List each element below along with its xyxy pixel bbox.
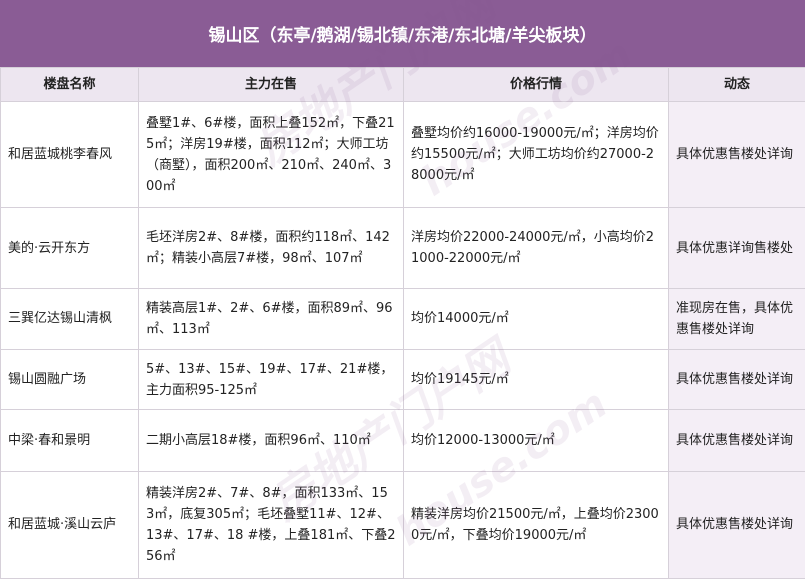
header-sale: 主力在售 (138, 67, 404, 102)
row-status: 准现房在售，具体优惠售楼处详询 (668, 287, 805, 351)
row-name: 和居蓝城·溪山云庐 (0, 470, 139, 579)
row-price: 洋房均价22000-24000元/㎡，小高均价21000-22000元/㎡ (403, 207, 669, 289)
row-status: 具体优惠售楼处详询 (668, 349, 805, 411)
row-price: 叠墅均价约16000-19000元/㎡；洋房均价约15500元/㎡；大师工坊均价… (403, 100, 669, 209)
row-name: 和居蓝城桃李春风 (0, 100, 139, 209)
row-name: 锡山圆融广场 (0, 349, 139, 411)
property-table: 楼盘名称 主力在售 价格行情 动态 和居蓝城桃李春风 叠墅1#、6#楼，面积上叠… (0, 67, 805, 579)
row-sale: 二期小高层18#楼，面积96㎡、110㎡ (138, 409, 404, 472)
row-price: 均价14000元/㎡ (403, 287, 669, 351)
row-sale: 毛坯洋房2#、8#楼，面积约118㎡、142㎡；精装小高层7#楼，98㎡、107… (138, 207, 404, 289)
row-name: 三巽亿达锡山清枫 (0, 287, 139, 351)
row-status: 具体优惠售楼处详询 (668, 100, 805, 209)
row-status: 具体优惠售楼处详询 (668, 409, 805, 472)
row-sale: 5#、13#、15#、19#、17#、21#楼，主力面积95-125㎡ (138, 349, 404, 411)
table-title-text: 锡山区（东亭/鹅湖/锡北镇/东港/东北塘/羊尖板块） (208, 26, 597, 46)
row-price: 精装洋房均价21500元/㎡，上叠均价23000元/㎡，下叠均价19000元/㎡ (403, 470, 669, 579)
header-row: 楼盘名称 主力在售 价格行情 动态 (0, 67, 805, 102)
row-sale: 叠墅1#、6#楼，面积上叠152㎡，下叠215㎡；洋房19#楼，面积112㎡；大… (138, 100, 404, 209)
row-name: 中梁·春和景明 (0, 409, 139, 472)
row-price: 均价19145元/㎡ (403, 349, 669, 411)
listing-table-image: 锡山区（东亭/鹅湖/锡北镇/东港/东北塘/羊尖板块） 楼盘名称 主力在售 价格行… (0, 0, 805, 579)
table-row: 锡山圆融广场 5#、13#、15#、19#、17#、21#楼，主力面积95-12… (0, 349, 805, 411)
header-status: 动态 (668, 67, 805, 102)
row-status: 具体优惠详询售楼处 (668, 207, 805, 289)
table-row: 美的·云开东方 毛坯洋房2#、8#楼，面积约118㎡、142㎡；精装小高层7#楼… (0, 207, 805, 289)
row-sale: 精装洋房2#、7#、8#，面积133㎡、153㎡，底复305㎡；毛坯叠墅11#、… (138, 470, 404, 579)
row-sale: 精装高层1#、2#、6#楼，面积89㎡、96㎡、113㎡ (138, 287, 404, 351)
row-name: 美的·云开东方 (0, 207, 139, 289)
row-price: 均价12000-13000元/㎡ (403, 409, 669, 472)
row-status: 具体优惠售楼处详询 (668, 470, 805, 579)
table-title: 锡山区（东亭/鹅湖/锡北镇/东港/东北塘/羊尖板块） (0, 0, 805, 67)
table-row: 和居蓝城桃李春风 叠墅1#、6#楼，面积上叠152㎡，下叠215㎡；洋房19#楼… (0, 100, 805, 209)
table-row: 中梁·春和景明 二期小高层18#楼，面积96㎡、110㎡ 均价12000-130… (0, 409, 805, 472)
header-price: 价格行情 (403, 67, 669, 102)
header-name: 楼盘名称 (0, 67, 139, 102)
table-row: 和居蓝城·溪山云庐 精装洋房2#、7#、8#，面积133㎡、153㎡，底复305… (0, 470, 805, 579)
table-row: 三巽亿达锡山清枫 精装高层1#、2#、6#楼，面积89㎡、96㎡、113㎡ 均价… (0, 287, 805, 351)
